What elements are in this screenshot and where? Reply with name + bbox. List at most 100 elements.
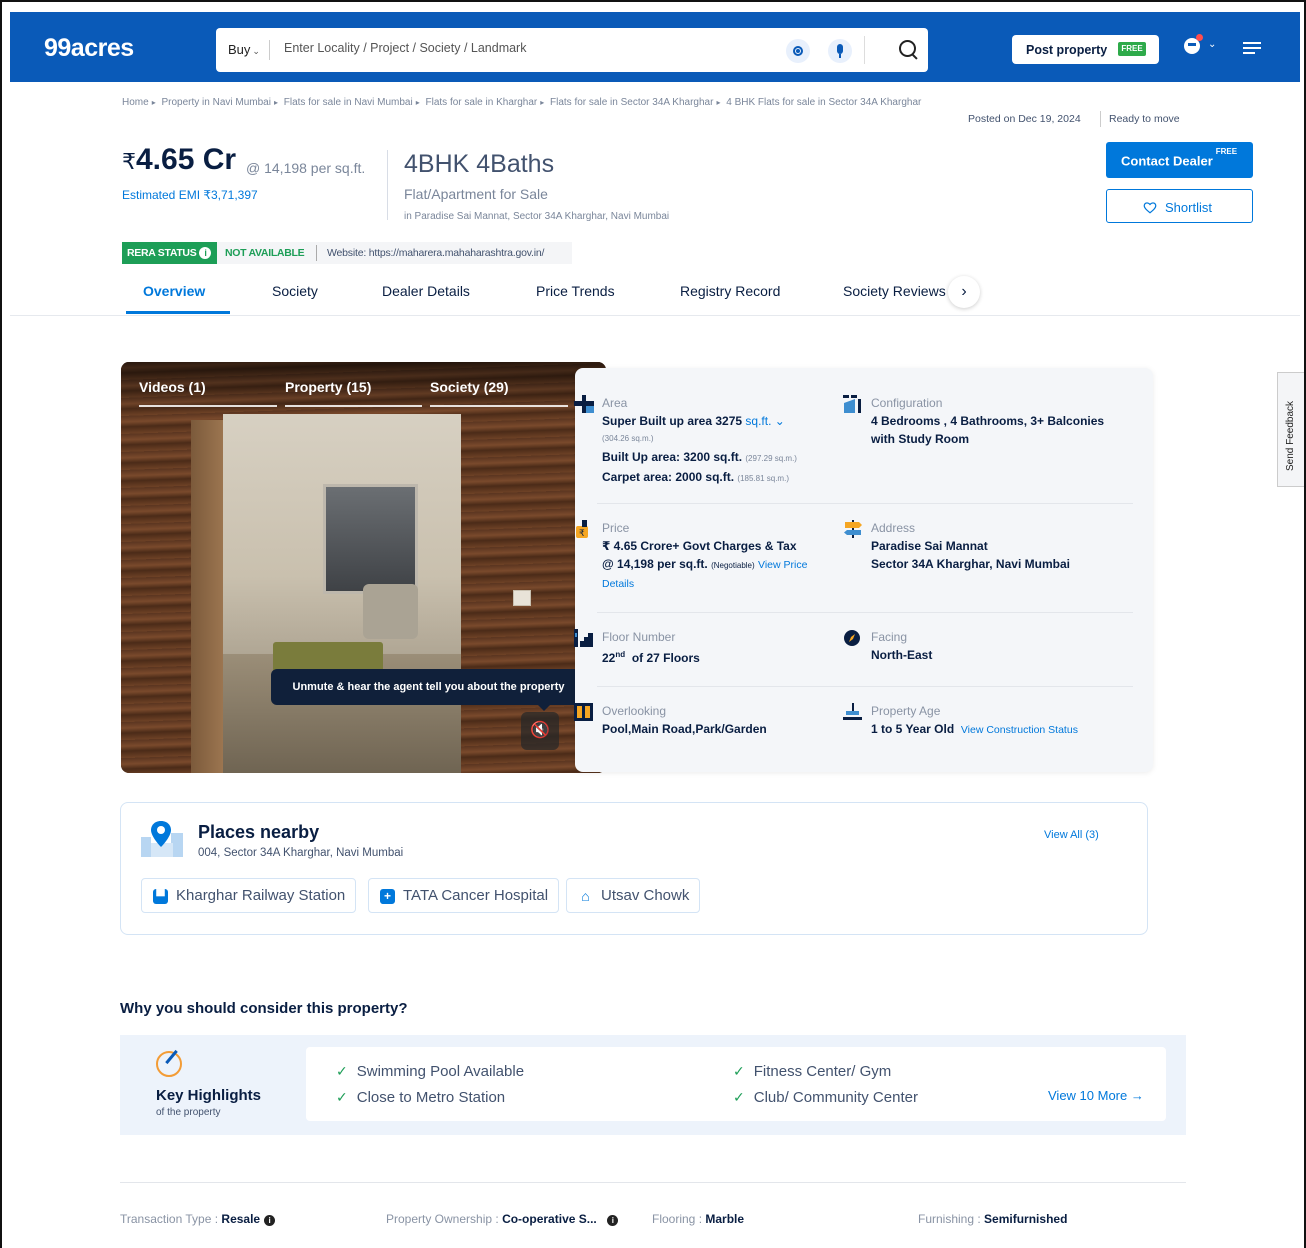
- places-nearby-title: Places nearby: [198, 822, 320, 842]
- configuration-line1: 4 Bedrooms , 4 Bathrooms, 3+ Balconies: [871, 414, 1105, 428]
- key-highlights-box: Key Highlights of the property ✓ Swimming…: [120, 1035, 1186, 1135]
- fact-value: Co-operative S...: [502, 1212, 597, 1226]
- breadcrumb-item[interactable]: Flats for sale in Sector 34A Kharghar: [550, 97, 713, 108]
- highlight-item: ✓ Club/ Community Center: [733, 1089, 918, 1106]
- view-construction-status-link[interactable]: View Construction Status: [961, 724, 1078, 736]
- divider: [597, 503, 1133, 504]
- check-icon: ✓: [733, 1063, 745, 1079]
- configuration-line2: with Study Room: [871, 432, 969, 446]
- tab-society[interactable]: Society: [272, 283, 318, 299]
- info-icon[interactable]: i: [199, 247, 212, 259]
- check-icon: ✓: [336, 1063, 348, 1079]
- rera-badge: RERA STATUS i: [122, 242, 218, 264]
- info-icon[interactable]: i: [607, 1215, 619, 1226]
- divider: [864, 36, 865, 64]
- fact-furnishing: Furnishing : Semifurnished: [918, 1212, 1068, 1226]
- fact-transaction-type: Transaction Type : Resale i: [120, 1212, 276, 1226]
- menu-icon[interactable]: [1243, 42, 1261, 56]
- chevron-down-icon[interactable]: ⌄: [1208, 39, 1216, 50]
- places-nearby-card: Places nearby 004, Sector 34A Kharghar, …: [120, 802, 1148, 935]
- address-line2: Sector 34A Kharghar, Navi Mumbai: [871, 557, 1070, 571]
- location-icon[interactable]: [786, 39, 810, 63]
- unit-dropdown[interactable]: sq.ft. ⌄: [745, 414, 784, 428]
- place-name: Kharghar Railway Station: [176, 887, 346, 904]
- site-logo[interactable]: 99acres: [44, 34, 134, 63]
- configuration-section: Configuration 4 Bedrooms , 4 Bathrooms, …: [843, 394, 1141, 448]
- facing-label: Facing: [871, 630, 908, 644]
- breadcrumb-item[interactable]: Flats for sale in Kharghar: [426, 97, 538, 108]
- built-up-sqm: (297.29 sq.m.): [745, 454, 797, 463]
- media-gallery[interactable]: Videos (1) Property (15) Society (29) Un…: [121, 362, 606, 773]
- fact-value: Semifurnished: [984, 1212, 1068, 1226]
- breadcrumb-item[interactable]: 4 BHK Flats for sale in Sector 34A Kharg…: [726, 97, 921, 108]
- info-icon[interactable]: i: [264, 1215, 276, 1226]
- price-icon: ₹: [576, 520, 588, 538]
- fact-label: Transaction Type: [120, 1212, 212, 1226]
- search-input[interactable]: [284, 41, 764, 55]
- unmute-tooltip: Unmute & hear the agent tell you about t…: [271, 669, 586, 711]
- area-icon: [574, 395, 594, 413]
- divider: [269, 40, 270, 60]
- view-price-details-link[interactable]: Details: [602, 575, 852, 593]
- place-chip[interactable]: ⌂ Utsav Chowk: [566, 878, 701, 913]
- property-age-value: 1 to 5 Year Old: [871, 722, 955, 736]
- property-age-label: Property Age: [871, 704, 941, 718]
- compass-icon: [844, 630, 860, 646]
- user-account-icon[interactable]: [1182, 34, 1203, 58]
- highlight-item: ✓ Close to Metro Station: [336, 1089, 505, 1106]
- area-label: Area: [602, 396, 628, 410]
- view-price-details-link[interactable]: View Price: [758, 559, 807, 571]
- fact-label: Furnishing: [918, 1212, 975, 1226]
- post-property-label: Post property: [1026, 43, 1108, 57]
- place-chip[interactable]: + TATA Cancer Hospital: [368, 878, 560, 913]
- tab-indicator: [430, 405, 568, 407]
- tab-overview[interactable]: Overview: [143, 283, 205, 299]
- search-bar: Buy ⌄: [216, 28, 928, 72]
- breadcrumb-item[interactable]: Home: [122, 97, 149, 108]
- svg-text:₹: ₹: [579, 529, 585, 538]
- divider: [316, 245, 317, 261]
- post-property-button[interactable]: Post property FREE: [1012, 35, 1159, 64]
- emi-link[interactable]: Estimated EMI ₹3,71,397: [122, 188, 258, 202]
- rera-status-row: RERA STATUS i NOT AVAILABLE Website: http…: [122, 242, 572, 264]
- search-icon[interactable]: [896, 38, 920, 62]
- view-more-highlights-link[interactable]: View 10 More →: [1048, 1088, 1144, 1103]
- places-nearby-address: 004, Sector 34A Kharghar, Navi Mumbai: [198, 847, 404, 859]
- price-value: 4.65 Cr: [136, 143, 237, 176]
- price-full: ₹ 4.65 Crore+ Govt Charges & Tax: [602, 539, 797, 553]
- tab-property-photos[interactable]: Property (15): [285, 379, 371, 395]
- photo-detail: [513, 590, 531, 606]
- breadcrumb: Home ▸ Property in Navi Mumbai ▸ Flats for…: [122, 97, 922, 108]
- overlooking-value: Pool,Main Road,Park/Garden: [602, 722, 767, 736]
- mute-icon[interactable]: 🔇: [521, 712, 559, 750]
- tab-price-trends[interactable]: Price Trends: [536, 283, 615, 299]
- negotiable-tag: (Negotiable): [711, 561, 755, 570]
- send-feedback-tab[interactable]: Send Feedback: [1277, 372, 1304, 487]
- tab-videos[interactable]: Videos (1): [139, 379, 206, 395]
- shortlist-button[interactable]: Shortlist: [1106, 189, 1253, 223]
- free-badge: FREE: [1118, 42, 1146, 56]
- microphone-icon[interactable]: [828, 39, 852, 63]
- check-icon: ✓: [336, 1089, 348, 1105]
- view-all-places-link[interactable]: View All (3): [1044, 829, 1099, 841]
- divider: [10, 315, 1300, 316]
- tab-indicator: [285, 405, 422, 407]
- fact-value: Resale: [221, 1212, 261, 1226]
- super-area-sqm: (304.26 sq.m.): [602, 434, 654, 443]
- highlight-text: Swimming Pool Available: [356, 1063, 525, 1080]
- buy-dropdown[interactable]: Buy ⌄: [228, 42, 260, 57]
- chevron-right-icon[interactable]: ›: [948, 276, 980, 308]
- breadcrumb-item[interactable]: Property in Navi Mumbai: [161, 97, 270, 108]
- landmark-icon: ⌂: [578, 889, 593, 904]
- tab-society-photos[interactable]: Society (29): [430, 379, 509, 395]
- built-up-area: Built Up area: 3200 sq.ft.: [602, 450, 743, 464]
- contact-dealer-button[interactable]: Contact DealerFREE: [1106, 142, 1253, 178]
- tab-registry-record[interactable]: Registry Record: [680, 283, 780, 299]
- tab-dealer-details[interactable]: Dealer Details: [382, 283, 470, 299]
- map-pin-buildings-icon: [141, 821, 183, 857]
- target-icon: [156, 1051, 182, 1077]
- place-chip[interactable]: ▀ Kharghar Railway Station: [141, 878, 357, 913]
- tab-society-reviews[interactable]: Society Reviews: [843, 283, 946, 299]
- fact-ownership: Property Ownership : Co-operative S... i: [386, 1212, 619, 1226]
- breadcrumb-item[interactable]: Flats for sale in Navi Mumbai: [284, 97, 413, 108]
